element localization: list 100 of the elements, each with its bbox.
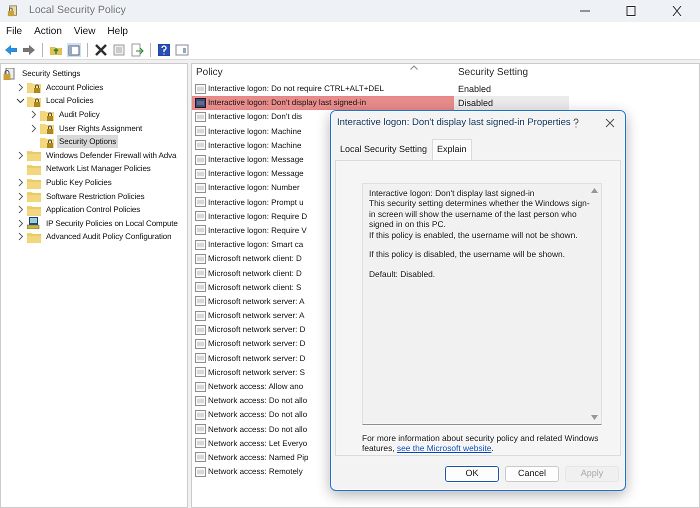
policy-name: Interactive logon: Require D: [208, 210, 308, 223]
menu-item[interactable]: File: [6, 24, 22, 38]
tree-item[interactable]: Local Policies: [44, 94, 96, 108]
tree-item[interactable]: User Rights Assignment: [57, 122, 144, 135]
policy-name: Interactive logon: Smart ca: [208, 239, 304, 252]
expand-chevron-icon[interactable]: [29, 110, 38, 120]
expand-chevron-icon[interactable]: [16, 205, 25, 214]
microsoft-website-link[interactable]: see the Microsoft website: [396, 443, 492, 454]
policy-name: Network access: Do not allo: [208, 424, 308, 436]
policy-icon: [195, 382, 206, 393]
tree-item[interactable]: Security Options: [57, 135, 118, 148]
close-icon[interactable]: [604, 118, 615, 128]
tree-item[interactable]: Account Policies: [44, 80, 106, 94]
policy-cell[interactable]: Interactive logon: Don't display last signed-in: [192, 96, 454, 110]
policy-icon: [195, 367, 206, 378]
policy-cell[interactable]: Microsoft network server: A: [192, 309, 454, 324]
policy-name: Network access: Named Pip: [208, 452, 308, 464]
dialog-tab[interactable]: Local Security Setting: [335, 139, 432, 160]
policy-name: Interactive logon: Do not require CTRL+ALT+DEL: [208, 83, 384, 96]
policy-cell[interactable]: Interactive logon: Message: [192, 167, 454, 182]
folder-lock-icon: [40, 136, 54, 148]
policy-name: Interactive logon: Message: [208, 168, 304, 180]
expand-chevron-icon[interactable]: [16, 178, 25, 188]
policy-icon: [195, 197, 206, 208]
menu-item[interactable]: Help: [107, 24, 128, 38]
expand-chevron-icon[interactable]: [16, 82, 25, 92]
help-icon[interactable]: [570, 118, 581, 128]
expand-chevron-icon[interactable]: [16, 192, 25, 201]
collapse-chevron-icon[interactable]: [16, 96, 25, 106]
document-lock-icon: [3, 68, 17, 80]
policy-cell[interactable]: Microsoft network client: S: [192, 280, 454, 295]
policy-icon: [195, 310, 206, 322]
policy-name: Microsoft network server: S: [208, 366, 305, 379]
column-header[interactable]: Security Setting: [454, 64, 569, 82]
policy-name: Microsoft network server: D: [208, 338, 306, 350]
tree-item[interactable]: Audit Policy: [57, 108, 102, 122]
tree-item[interactable]: Public Key Policies: [44, 176, 114, 190]
policy-cell[interactable]: Network access: Do not allo: [192, 394, 454, 408]
tree-item[interactable]: Windows Defender Firewall with Adva: [44, 148, 178, 162]
folder-lock-icon: [40, 108, 54, 121]
policy-name: Microsoft network client: S: [208, 282, 302, 294]
folder-lock-icon: [27, 81, 41, 94]
policy-icon: [195, 98, 206, 109]
policy-icon: [195, 424, 206, 436]
tree-item[interactable]: Application Control Policies: [44, 203, 142, 216]
folder-icon: [27, 190, 41, 202]
expand-chevron-icon[interactable]: [16, 150, 25, 160]
tree-item[interactable]: Advanced Audit Policy Configuration: [44, 230, 174, 244]
dialog-button[interactable]: OK: [445, 466, 499, 482]
policy-icon: [195, 268, 206, 280]
console-icon[interactable]: [175, 42, 189, 56]
policy-icon: [195, 211, 206, 222]
tree-item[interactable]: Network List Manager Policies: [44, 162, 153, 176]
menu-item[interactable]: View: [74, 24, 96, 38]
policy-cell[interactable]: Network access: Do not allo: [192, 408, 454, 422]
policy-icon: [195, 452, 206, 464]
policy-icon: [195, 410, 206, 421]
policy-icon: [195, 396, 206, 407]
delete-icon[interactable]: [94, 42, 108, 56]
policy-icon: [195, 254, 206, 265]
tree-item[interactable]: Security Settings: [20, 67, 82, 80]
policy-name: Interactive logon: Require V: [208, 224, 307, 237]
tree-item[interactable]: Software Restriction Policies: [44, 190, 146, 203]
policy-name: Network access: Remotely: [208, 466, 303, 478]
explain-paragraph: Interactive logon: Don't display last signed-in This security setting determines whether the Windows sign-in screen will show the username of the last person who signed in on this PC. If this policy is enabled, the username will not be shown.: [369, 188, 590, 240]
policy-cell[interactable]: Microsoft network server: S: [192, 366, 454, 380]
policy-name: Microsoft network client: D: [208, 268, 302, 280]
policy-name: Interactive logon: Don't dis: [208, 111, 302, 124]
setting-cell: Disabled: [454, 96, 569, 110]
app-icon: [6, 5, 20, 17]
policy-name: Microsoft network server: D: [208, 324, 306, 336]
export-icon[interactable]: [130, 42, 144, 56]
policy-cell[interactable]: Microsoft network server: D: [192, 352, 454, 366]
folder-icon: [27, 149, 41, 162]
policy-cell[interactable]: Microsoft network server: D: [192, 323, 454, 338]
dialog-title: Interactive logon: Don't display last signed-in Properties: [337, 116, 571, 130]
policy-icon: [195, 84, 206, 95]
policy-icon: [195, 168, 206, 180]
expand-chevron-icon[interactable]: [16, 232, 25, 242]
expand-chevron-icon[interactable]: [16, 218, 25, 228]
pane-toggle-icon[interactable]: [67, 42, 81, 56]
menu-item[interactable]: Action: [34, 24, 62, 38]
policy-icon: [195, 338, 206, 350]
dialog-button[interactable]: Cancel: [505, 466, 559, 482]
tree-item[interactable]: IP Security Policies on Local Compute: [44, 216, 180, 230]
expand-chevron-icon[interactable]: [29, 124, 38, 133]
policy-icon: [195, 240, 206, 251]
computer-icon: [27, 217, 41, 230]
policy-icon: [195, 182, 206, 194]
policy-cell[interactable]: Microsoft network server: D: [192, 337, 454, 352]
policy-cell[interactable]: Network access: Allow ano: [192, 380, 454, 394]
policy-name: Interactive logon: Don't display last signed-in: [208, 97, 366, 110]
dialog-tab[interactable]: Explain: [432, 139, 472, 160]
forward-arrow-icon[interactable]: [22, 42, 36, 56]
back-arrow-icon[interactable]: [4, 42, 18, 56]
folder-icon: [27, 204, 41, 216]
policy-cell[interactable]: Interactive logon: Do not require CTRL+ALT+DEL: [192, 82, 454, 96]
column-header[interactable]: Policy: [192, 64, 454, 82]
help-icon[interactable]: [157, 42, 171, 56]
policy-cell[interactable]: Microsoft network server: A: [192, 294, 454, 309]
